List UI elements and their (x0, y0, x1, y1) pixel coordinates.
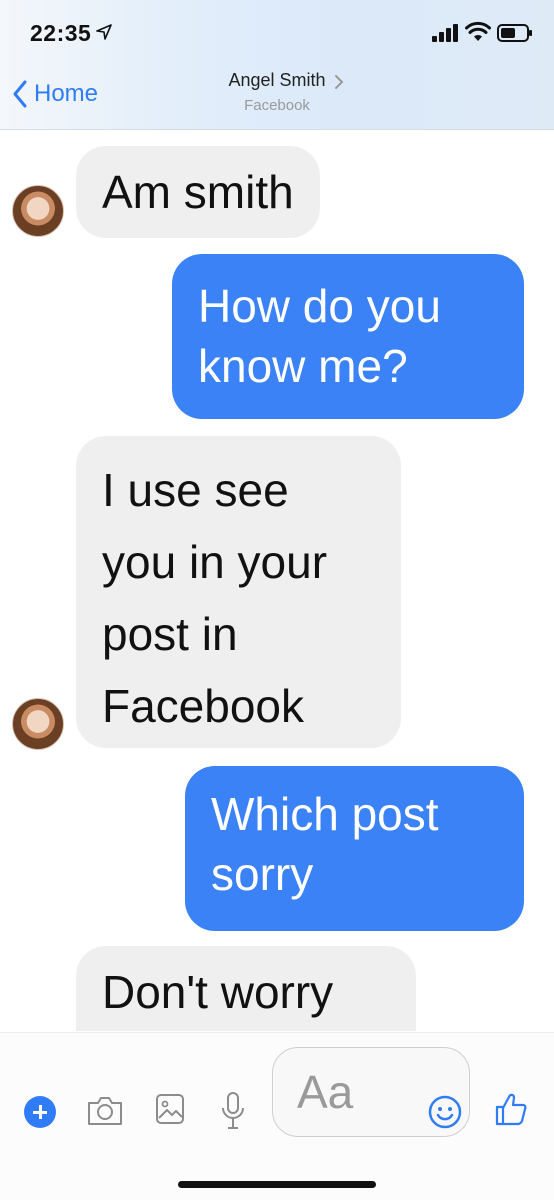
contact-title[interactable]: Angel Smith Facebook (200, 70, 354, 114)
back-button[interactable]: Home (12, 80, 98, 108)
wifi-icon (465, 21, 491, 41)
message-composer (0, 1032, 554, 1200)
contact-avatar[interactable] (12, 698, 64, 750)
signal-icon (432, 24, 458, 42)
message-bubble-outgoing[interactable]: How do you know me? (172, 254, 524, 419)
microphone-icon[interactable] (220, 1091, 246, 1131)
message-bubble-incoming[interactable]: Am smith (76, 146, 320, 238)
home-indicator[interactable] (178, 1181, 376, 1188)
status-time: 22:35 (30, 20, 92, 46)
gallery-icon[interactable] (155, 1093, 185, 1125)
like-icon[interactable] (494, 1091, 528, 1127)
chevron-right-icon (335, 75, 344, 89)
emoji-icon[interactable] (428, 1095, 462, 1129)
message-bubble-incoming[interactable]: I use see you in your post in Facebook (76, 436, 401, 748)
message-bubble-incoming[interactable]: Don't worry (76, 946, 416, 1031)
camera-icon[interactable] (86, 1093, 124, 1127)
message-thread[interactable]: Am smith How do you know me? I use see y… (0, 131, 554, 1031)
back-chevron-icon (13, 80, 27, 108)
contact-subtitle: Facebook (244, 97, 310, 114)
contact-name: Angel Smith (228, 70, 326, 90)
location-arrow-icon (96, 24, 112, 40)
battery-icon (497, 24, 532, 42)
message-bubble-outgoing[interactable]: Which post sorry (185, 766, 524, 931)
back-label: Home (34, 80, 99, 107)
contact-avatar[interactable] (12, 185, 64, 237)
plus-icon[interactable] (24, 1096, 56, 1128)
chat-header: 22:35 Home Angel Smith Facebook (0, 0, 554, 130)
